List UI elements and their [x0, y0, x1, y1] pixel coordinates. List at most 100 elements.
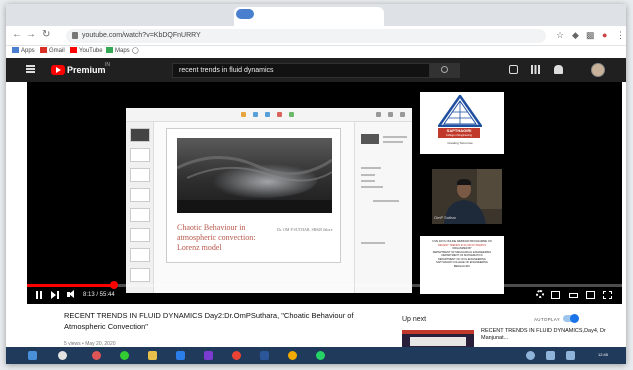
taskbar-app-icon[interactable]: [176, 351, 185, 360]
bookmark-maps[interactable]: Maps: [106, 47, 130, 56]
browser-window: ← → ↻ youtube.com/watch?v=KbDQFnURRY ☆ ◆…: [6, 4, 626, 364]
search-query: recent trends in fluid dynamics: [179, 67, 274, 74]
bookmark-youtube[interactable]: YouTube: [70, 47, 103, 56]
panel-line: [361, 242, 385, 244]
profile-icon[interactable]: ●: [602, 29, 607, 41]
slide-thumbnail: [130, 188, 150, 202]
toolbar-icon: [265, 112, 270, 117]
miniplayer-icon[interactable]: [551, 291, 560, 299]
toolbar-icon: [253, 112, 258, 117]
lock-icon: [72, 32, 78, 39]
panel-line: [373, 200, 399, 202]
navigation-bar: ← → ↻ youtube.com/watch?v=KbDQFnURRY ☆ ◆…: [6, 26, 626, 46]
theater-mode-icon[interactable]: [569, 293, 578, 298]
taskbar-app-icon[interactable]: [120, 351, 129, 360]
next-video-title[interactable]: RECENT TRENDS IN FLUID DYNAMICS,Day4, Dr…: [481, 328, 616, 342]
presentation-toolbar: [126, 108, 412, 122]
bookmark-apps[interactable]: Apps: [12, 47, 35, 56]
taskbar-search-icon[interactable]: [58, 351, 67, 360]
panel-line: [361, 167, 381, 169]
cast-icon[interactable]: [586, 291, 595, 299]
slide-thumbnail: [130, 228, 150, 242]
youtube-logo-icon[interactable]: [51, 65, 65, 75]
bookmark-gmail[interactable]: Gmail: [40, 47, 65, 56]
windows-taskbar: 12:45: [6, 347, 626, 364]
create-video-icon[interactable]: [509, 65, 518, 74]
current-slide: Chaotic Behaviour in atmospheric convect…: [166, 128, 341, 263]
slide-title: Chaotic Behaviour in atmospheric convect…: [177, 223, 256, 252]
address-bar[interactable]: youtube.com/watch?v=KbDQFnURRY: [66, 29, 546, 43]
presentation-side-panel: [354, 122, 412, 293]
menu-icon[interactable]: [26, 65, 35, 73]
avatar[interactable]: [591, 63, 605, 77]
globe-icon[interactable]: ◯: [132, 47, 139, 56]
forward-arrow-icon[interactable]: →: [26, 29, 36, 41]
tab-favicon: [236, 9, 254, 19]
video-player[interactable]: Chaotic Behaviour in atmospheric convect…: [27, 82, 622, 304]
slide-thumbnail: [130, 148, 150, 162]
taskbar-app-icon[interactable]: [204, 351, 213, 360]
region-label: IN: [105, 62, 110, 68]
toolbar-icon: [241, 112, 246, 117]
autoplay-toggle[interactable]: [563, 314, 579, 323]
search-button[interactable]: [430, 63, 460, 78]
college-name-banner: SAPTHAGIRI College of Engineering: [438, 128, 480, 138]
youtube-header: Premium IN recent trends in fluid dynami…: [6, 58, 626, 82]
star-icon[interactable]: ☆: [556, 29, 564, 41]
slide-thumbnail: [130, 268, 150, 282]
toolbar-icon: [289, 112, 294, 117]
notifications-bell-icon[interactable]: [554, 65, 563, 74]
browser-tab[interactable]: [234, 7, 384, 26]
fullscreen-icon[interactable]: [603, 291, 612, 299]
panel-line: [361, 186, 383, 188]
college-logo-panel: SAPTHAGIRI College of Engineering Creati…: [420, 92, 504, 154]
kebab-menu-icon[interactable]: ⋮: [616, 29, 625, 41]
taskbar-app-icon[interactable]: [92, 351, 101, 360]
slide-thumbnail: [130, 248, 150, 262]
taskbar-app-icon[interactable]: [28, 351, 37, 360]
reload-icon[interactable]: ↻: [42, 29, 50, 41]
up-next-label: Up next: [402, 316, 427, 323]
tray-icon[interactable]: [526, 351, 535, 360]
panel-line: [361, 174, 375, 176]
time-display: 8:13 / 55:44: [83, 292, 115, 298]
college-tagline: Creating Tomorrow: [447, 141, 473, 145]
extension-icon-2[interactable]: ▩: [586, 29, 595, 41]
whatsapp-icon[interactable]: [316, 351, 325, 360]
progress-played: [27, 284, 115, 287]
tab-strip: [6, 4, 626, 26]
next-video-icon[interactable]: [51, 289, 59, 301]
url-text: youtube.com/watch?v=KbDQFnURRY: [82, 32, 201, 39]
slide-author: Dr. OM P SUTHAR, SRKB Jalore: [277, 227, 333, 232]
toolbar-icon: [277, 112, 282, 117]
bookmarks-bar: Apps Gmail YouTube Maps ◯: [6, 46, 626, 58]
toolbar-icon: [376, 112, 381, 117]
chrome-icon[interactable]: [232, 351, 241, 360]
back-arrow-icon[interactable]: ←: [12, 29, 22, 41]
presenter-name: OmP Suthar: [434, 215, 456, 220]
thumbnail-banner: [402, 330, 474, 334]
settings-gear-icon[interactable]: [536, 290, 544, 298]
pause-icon[interactable]: [35, 289, 43, 301]
extension-icon[interactable]: ◆: [572, 29, 579, 41]
word-icon[interactable]: [260, 351, 269, 360]
progress-scrubber[interactable]: [110, 281, 119, 289]
toolbar-icon: [388, 112, 393, 117]
slide-thumbnail: [130, 168, 150, 182]
apps-grid-icon[interactable]: [531, 65, 540, 74]
search-input[interactable]: recent trends in fluid dynamics: [172, 63, 430, 78]
progress-bar[interactable]: [27, 281, 622, 289]
tray-icon[interactable]: [546, 351, 555, 360]
panel-line: [383, 141, 403, 143]
presentation-app: Chaotic Behaviour in atmospheric convect…: [126, 108, 412, 293]
slide-thumbnails-panel: [126, 122, 154, 293]
college-sub: College of Engineering: [445, 134, 473, 137]
volume-icon[interactable]: [67, 289, 77, 301]
tray-icon[interactable]: [566, 351, 575, 360]
taskbar-app-icon[interactable]: [288, 351, 297, 360]
info-line: FIVE DAYS ONLINE WEBINAR PROGRAMME ON: [432, 240, 492, 243]
next-video-thumbnail[interactable]: [402, 330, 474, 348]
taskbar-app-icon[interactable]: [148, 351, 157, 360]
youtube-premium-logo[interactable]: Premium: [67, 64, 106, 76]
video-title: RECENT TRENDS IN FLUID DYNAMICS Day2:Dr.…: [64, 311, 354, 331]
